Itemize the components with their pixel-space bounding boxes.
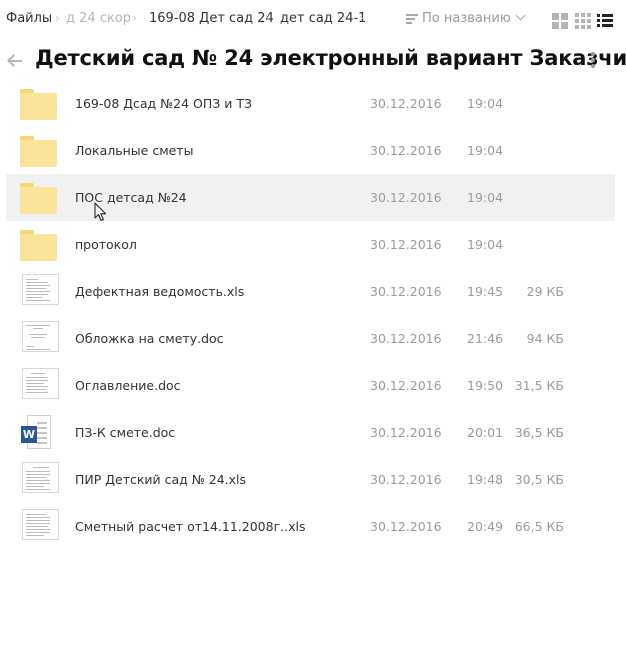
sort-label: По названию bbox=[422, 11, 511, 26]
breadcrumb-item-1[interactable]: д 24 скор bbox=[66, 11, 131, 26]
file-name: ПЗ-К смете.doc bbox=[75, 425, 176, 440]
file-size: 36,5 КБ bbox=[514, 425, 564, 440]
folder-icon bbox=[20, 89, 57, 120]
file-name: ПИР Детский сад № 24.xls bbox=[75, 472, 247, 487]
file-time: 19:04 bbox=[467, 96, 504, 111]
file-name: Оглавление.doc bbox=[75, 378, 181, 393]
file-date: 30.12.2016 bbox=[370, 519, 442, 534]
spreadsheet-thumbnail-icon bbox=[22, 274, 59, 305]
word-icon: W bbox=[21, 415, 58, 449]
file-list: 169-08 Дсад №24 ОПЗ и ТЗ 30.12.2016 19:0… bbox=[6, 80, 615, 550]
breadcrumb-files[interactable]: Файлы bbox=[6, 11, 52, 26]
page-title: Детский сад № 24 электронный вариант Зак… bbox=[35, 46, 626, 70]
folder-icon bbox=[20, 136, 57, 167]
list-item[interactable]: Локальные сметы 30.12.2016 19:04 bbox=[6, 127, 615, 174]
sort-icon bbox=[406, 12, 418, 26]
file-time: 19:50 bbox=[467, 378, 504, 393]
back-arrow-icon[interactable] bbox=[6, 52, 24, 70]
list-item[interactable]: Дефектная ведомость.xls 30.12.2016 19:45… bbox=[6, 268, 615, 315]
mouse-cursor-icon bbox=[94, 202, 107, 222]
list-item[interactable]: протокол 30.12.2016 19:04 bbox=[6, 221, 615, 268]
list-item[interactable]: Обложка на смету.doc 30.12.2016 21:46 94… bbox=[6, 315, 615, 362]
file-time: 21:46 bbox=[467, 331, 504, 346]
file-name: Сметный расчет от14.11.2008г..xls bbox=[75, 519, 306, 534]
spreadsheet-thumbnail-icon bbox=[22, 462, 59, 493]
large-tiles-view-icon[interactable] bbox=[552, 13, 568, 29]
file-time: 19:45 bbox=[467, 284, 504, 299]
more-options-icon[interactable] bbox=[591, 52, 595, 70]
file-name: ПОС детсад №24 bbox=[75, 190, 187, 205]
file-time: 19:04 bbox=[467, 190, 504, 205]
file-date: 30.12.2016 bbox=[370, 190, 442, 205]
file-date: 30.12.2016 bbox=[370, 472, 442, 487]
breadcrumb-separator-icon: › bbox=[132, 11, 137, 25]
file-date: 30.12.2016 bbox=[370, 143, 442, 158]
file-time: 19:48 bbox=[467, 472, 504, 487]
file-size: 94 КБ bbox=[526, 331, 564, 346]
file-size: 30,5 КБ bbox=[514, 472, 564, 487]
file-time: 20:01 bbox=[467, 425, 504, 440]
list-item[interactable]: W ПЗ-К смете.doc 30.12.2016 20:01 36,5 К… bbox=[6, 409, 615, 456]
small-tiles-view-icon[interactable] bbox=[575, 13, 591, 29]
document-thumbnail-icon bbox=[22, 368, 59, 399]
file-date: 30.12.2016 bbox=[370, 378, 442, 393]
spreadsheet-thumbnail-icon bbox=[22, 509, 59, 540]
file-name: Обложка на смету.doc bbox=[75, 331, 224, 346]
list-item[interactable]: Сметный расчет от14.11.2008г..xls 30.12.… bbox=[6, 503, 615, 550]
file-date: 30.12.2016 bbox=[370, 425, 442, 440]
folder-icon bbox=[20, 230, 57, 261]
list-item[interactable]: 169-08 Дсад №24 ОПЗ и ТЗ 30.12.2016 19:0… bbox=[6, 80, 615, 127]
breadcrumb-separator-icon: › bbox=[265, 11, 270, 25]
breadcrumb-current[interactable]: дет сад 24-1 bbox=[280, 11, 366, 26]
chevron-down-icon bbox=[515, 10, 526, 21]
breadcrumb-separator-icon: › bbox=[359, 11, 364, 25]
document-thumbnail-icon bbox=[22, 321, 59, 352]
list-item[interactable]: Оглавление.doc 30.12.2016 19:50 31,5 КБ bbox=[6, 362, 615, 409]
list-view-icon[interactable] bbox=[597, 13, 613, 29]
file-time: 20:49 bbox=[467, 519, 504, 534]
breadcrumb-separator-icon: › bbox=[55, 11, 60, 25]
file-date: 30.12.2016 bbox=[370, 284, 442, 299]
file-date: 30.12.2016 bbox=[370, 331, 442, 346]
breadcrumb-bar: Файлы › д 24 скор › 169-08 Дет сад 24 › … bbox=[0, 0, 626, 40]
file-name: протокол bbox=[75, 237, 137, 252]
folder-icon bbox=[20, 183, 57, 214]
file-name: 169-08 Дсад №24 ОПЗ и ТЗ bbox=[75, 96, 253, 111]
file-name: Дефектная ведомость.xls bbox=[75, 284, 245, 299]
file-time: 19:04 bbox=[467, 143, 504, 158]
file-date: 30.12.2016 bbox=[370, 96, 442, 111]
breadcrumb-item-2[interactable]: 169-08 Дет сад 24 bbox=[149, 11, 274, 26]
file-size: 31,5 КБ bbox=[514, 378, 564, 393]
file-time: 19:04 bbox=[467, 237, 504, 252]
file-date: 30.12.2016 bbox=[370, 237, 442, 252]
file-size: 66,5 КБ bbox=[514, 519, 564, 534]
list-item[interactable]: ПИР Детский сад № 24.xls 30.12.2016 19:4… bbox=[6, 456, 615, 503]
file-name: Локальные сметы bbox=[75, 143, 194, 158]
sort-dropdown[interactable]: По названию bbox=[406, 10, 526, 26]
file-size: 29 КБ bbox=[526, 284, 564, 299]
